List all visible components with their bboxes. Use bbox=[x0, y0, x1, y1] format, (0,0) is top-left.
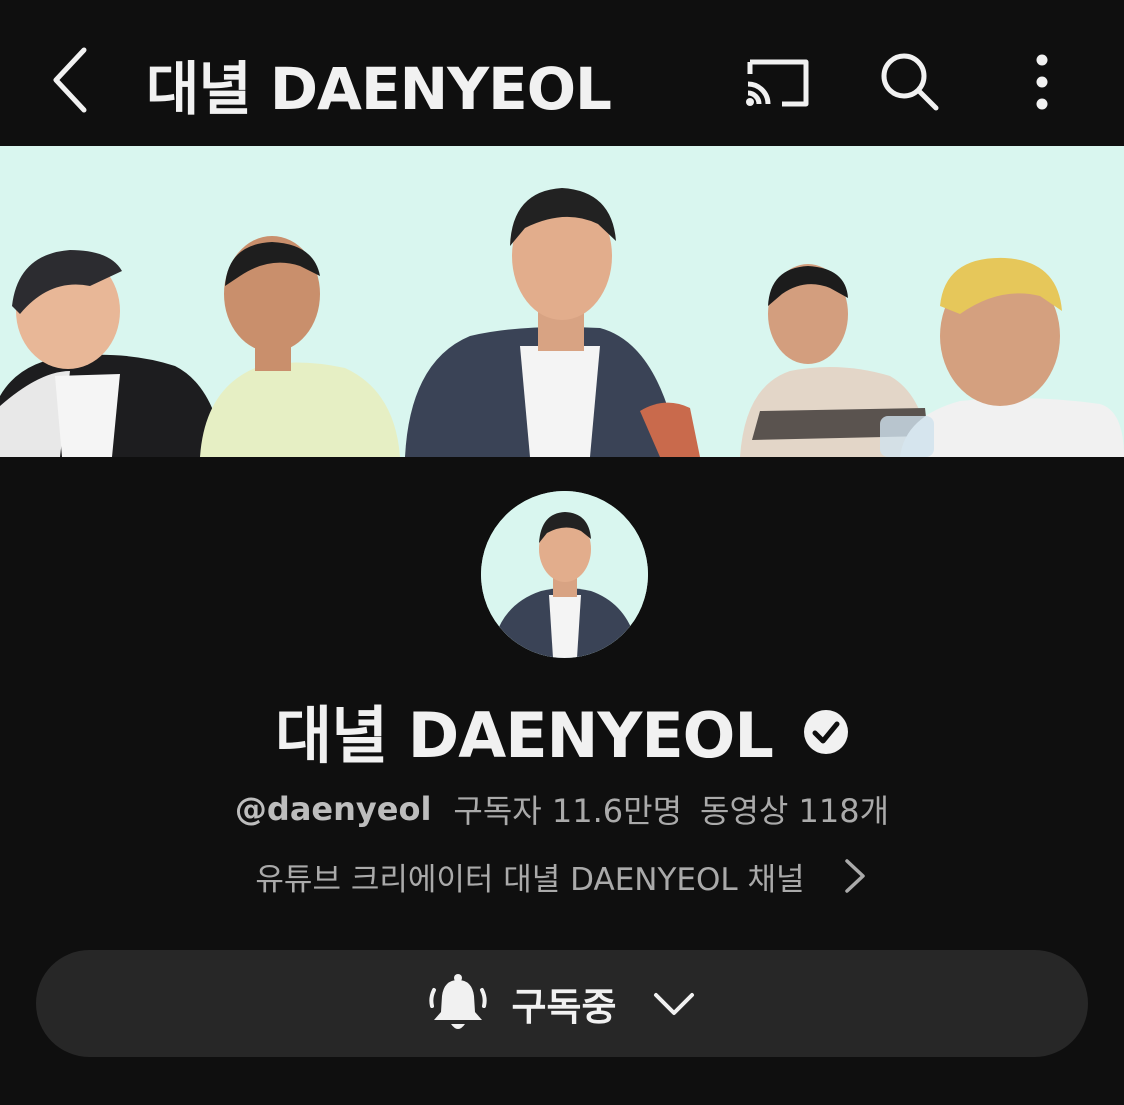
avatar[interactable] bbox=[481, 491, 648, 658]
search-button[interactable] bbox=[872, 44, 948, 120]
more-options-button[interactable] bbox=[1004, 44, 1080, 120]
channel-description-link[interactable]: 유튜브 크리에이터 대녈 DAENYEOL 채널 bbox=[0, 848, 1124, 904]
top-app-bar: 대녈 DAENYEOL bbox=[0, 0, 1124, 146]
cast-button[interactable] bbox=[740, 44, 816, 120]
back-button[interactable] bbox=[44, 40, 104, 120]
avatar-image bbox=[481, 491, 648, 658]
chevron-down-icon bbox=[654, 992, 695, 1015]
video-count: 동영상 118개 bbox=[700, 792, 890, 830]
cast-icon bbox=[746, 59, 809, 107]
subscriber-count: 구독자 11.6만명 bbox=[453, 792, 683, 830]
subscribed-button[interactable]: 구독중 bbox=[36, 950, 1088, 1057]
verified-badge-icon bbox=[803, 710, 848, 754]
search-icon bbox=[881, 53, 939, 111]
page-title: 대녈 DAENYEOL bbox=[146, 55, 612, 123]
channel-handle: @daenyeol bbox=[234, 790, 432, 828]
more-vertical-icon bbox=[1036, 54, 1048, 110]
channel-name: 대녈 DAENYEOL bbox=[275, 699, 774, 772]
channel-page: 대녈 DAENYEOL 대녈 DAENYEOL @daenyeol 구독자 11… bbox=[0, 0, 1124, 1105]
channel-banner bbox=[0, 146, 1124, 457]
channel-description: 유튜브 크리에이터 대녈 DAENYEOL 채널 bbox=[255, 861, 805, 898]
channel-name-row: 대녈 DAENYEOL bbox=[0, 688, 1124, 772]
channel-meta: @daenyeol 구독자 11.6만명 동영상 118개 bbox=[0, 784, 1124, 834]
banner-image bbox=[0, 146, 1124, 457]
chevron-left-icon bbox=[53, 47, 87, 113]
chevron-right-icon bbox=[844, 859, 865, 893]
subscribed-label: 구독중 bbox=[511, 985, 617, 1029]
bell-icon bbox=[428, 973, 487, 1029]
